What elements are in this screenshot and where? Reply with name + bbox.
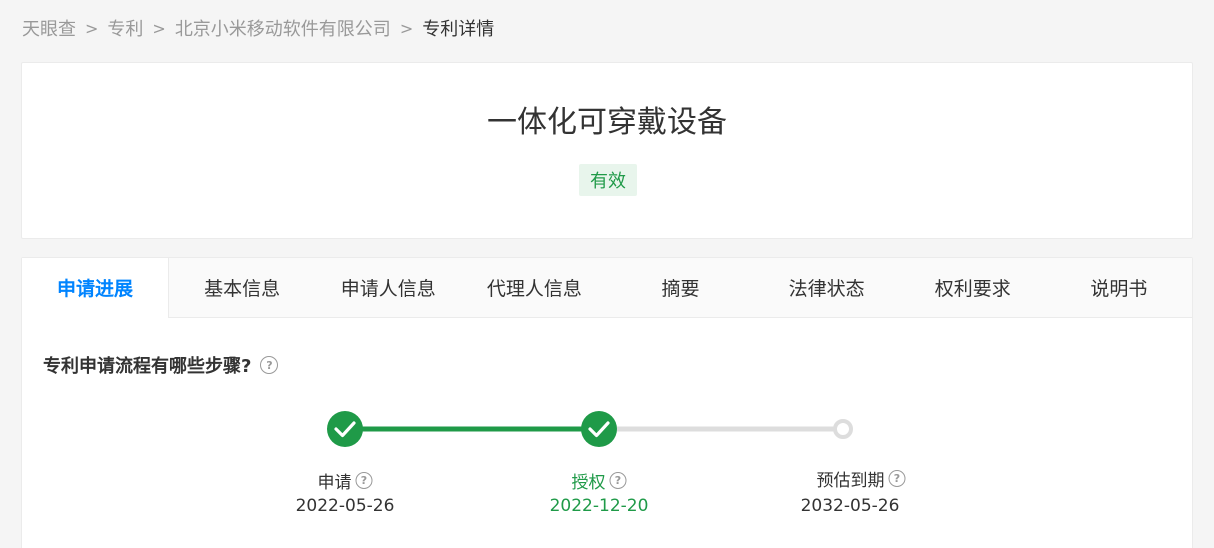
patent-detail-card: 申请进展 基本信息 申请人信息 代理人信息 摘要 法律状态 权利要求 说明书 专… [21, 257, 1193, 548]
status-badge: 有效 [579, 164, 637, 196]
breadcrumb-current: 专利详情 [422, 19, 495, 40]
breadcrumb: 天眼查 > 专利 > 北京小米移动软件有限公司 > 专利详情 [22, 14, 494, 42]
patent-title: 一体化可穿戴设备 [487, 105, 727, 140]
step-node-grant [581, 411, 617, 447]
question-circle-icon[interactable]: ? [888, 470, 906, 487]
step-node-apply [327, 411, 363, 447]
step-label-grant-text: 授权 [571, 473, 606, 493]
step-label-grant: 授权 ? [572, 468, 627, 493]
breadcrumb-link-company[interactable]: 北京小米移动软件有限公司 [175, 15, 391, 41]
step-label-expire-text: 预估到期 [816, 471, 885, 491]
question-circle-icon[interactable]: ? [355, 472, 373, 489]
breadcrumb-link-patent[interactable]: 专利 [107, 15, 143, 41]
step-date-grant: 2022-12-20 [549, 496, 649, 516]
progress-timeline [327, 411, 853, 447]
step-date-expire: 2032-05-26 [800, 496, 900, 516]
step-label-apply: 申请 ? [318, 468, 373, 493]
chevron-right-icon: > [152, 18, 166, 38]
question-circle-icon[interactable]: ? [609, 472, 627, 489]
step-label-apply-text: 申请 [317, 473, 352, 493]
step-date-apply: 2022-05-26 [295, 496, 395, 516]
breadcrumb-link-tianyancha[interactable]: 天眼查 [22, 15, 76, 41]
chevron-right-icon: > [399, 18, 414, 38]
patent-header-card: 一体化可穿戴设备 有效 [21, 62, 1193, 239]
step-node-expire [833, 419, 853, 439]
chevron-right-icon: > [85, 18, 99, 38]
step-label-expire: 预估到期 ? [817, 466, 906, 491]
